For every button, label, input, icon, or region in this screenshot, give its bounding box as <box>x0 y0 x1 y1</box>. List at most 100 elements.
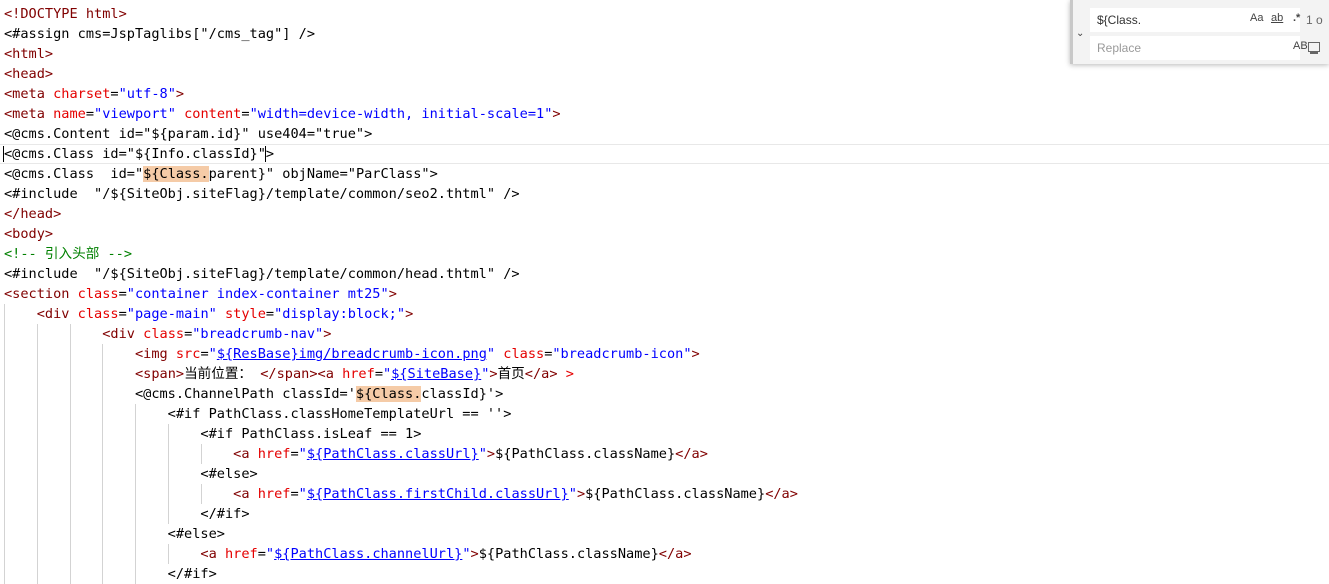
code-line[interactable]: <@cms.ChannelPath classId='${Class.class… <box>0 384 1329 404</box>
code-token: </a> <box>765 486 798 502</box>
indent-guide <box>69 564 71 584</box>
indent-guide <box>102 344 104 364</box>
code-line[interactable]: <#if PathClass.classHomeTemplateUrl == '… <box>0 404 1329 424</box>
code-line[interactable]: </head> <box>0 204 1329 224</box>
indent-guide <box>168 464 169 484</box>
code-token: <div <box>36 306 78 322</box>
regex-button[interactable]: .* <box>1293 12 1300 24</box>
code-line[interactable]: <#else> <box>0 524 1329 544</box>
indent-guide <box>69 524 71 544</box>
replace-input[interactable]: Replace AB <box>1090 36 1308 60</box>
indent-guide <box>168 444 169 464</box>
indent-guide <box>69 444 71 464</box>
code-token: <meta <box>4 106 54 122</box>
code-token: class <box>143 326 185 342</box>
code-token: <a <box>233 446 258 462</box>
indent-guide <box>4 544 5 564</box>
code-token: ${PathClass.channelUrl} <box>274 546 463 562</box>
code-token: <#assign cms=JspTaglibs["/cms_tag"] /> <box>4 26 315 42</box>
code-line[interactable]: <div class="page-main" style="display:bl… <box>0 304 1329 324</box>
code-line[interactable]: <meta charset="utf-8"> <box>0 84 1329 104</box>
indent-guide <box>4 344 5 364</box>
indent-guide <box>102 384 104 404</box>
find-input[interactable]: ${Class. Aa ab .* <box>1090 8 1300 32</box>
code-token: <div <box>102 326 144 342</box>
code-token: <#include "/${SiteObj.siteFlag}/template… <box>4 266 520 282</box>
indent-guide <box>69 344 71 364</box>
indent-guide <box>36 444 38 464</box>
code-line[interactable]: <@cms.Content id="${param.id}" use404="t… <box>0 124 1329 144</box>
code-token: > <box>323 326 332 342</box>
code-editor[interactable]: <!DOCTYPE html> <#assign cms=JspTaglibs["… <box>0 4 1329 584</box>
code-line[interactable]: <head> <box>0 64 1329 84</box>
code-token: <meta <box>4 86 54 102</box>
code-token: <#if PathClass.isLeaf == 1> <box>4 426 422 442</box>
code-line[interactable]: <#else> <box>0 464 1329 484</box>
code-token: <head> <box>4 66 54 82</box>
code-token: <a <box>200 546 225 562</box>
code-token: <#else> <box>4 466 258 482</box>
indent-guide <box>36 384 38 404</box>
code-line[interactable]: <body> <box>0 224 1329 244</box>
whole-word-button[interactable]: ab <box>1271 12 1283 24</box>
code-line[interactable]: <section class="container index-containe… <box>0 284 1329 304</box>
code-line[interactable]: </#if> <box>0 504 1329 524</box>
code-token: " <box>208 346 217 362</box>
code-token: <body> <box>4 226 54 242</box>
indent-guide <box>4 424 5 444</box>
code-line[interactable]: <a href="${PathClass.classUrl}">${PathCl… <box>0 444 1329 464</box>
code-line[interactable]: <a href="${PathClass.firstChild.classUrl… <box>0 484 1329 504</box>
code-token: = <box>290 446 299 462</box>
code-token: = <box>118 286 127 302</box>
indent-guide <box>102 524 104 544</box>
code-token: > <box>388 286 397 302</box>
code-line[interactable]: <#if PathClass.isLeaf == 1> <box>0 424 1329 444</box>
match-case-button[interactable]: Aa <box>1250 12 1263 24</box>
code-token: "page-main" <box>126 306 217 322</box>
indent-guide <box>102 504 104 524</box>
indent-guide <box>168 544 169 564</box>
code-token: > <box>691 346 700 362</box>
code-line[interactable]: <#include "/${SiteObj.siteFlag}/template… <box>0 184 1329 204</box>
code-token: ${ResBase}img/breadcrumb-icon.png <box>216 346 487 362</box>
indent-guide <box>4 304 5 324</box>
code-token: href <box>257 486 291 502</box>
search-match: ${Class. <box>143 166 209 182</box>
toggle-replace-button[interactable]: ⌄ <box>1070 0 1088 64</box>
code-line[interactable]: <div class="breadcrumb-nav"> <box>0 324 1329 344</box>
indent-guide <box>36 344 38 364</box>
indent-guide <box>168 424 169 444</box>
code-line[interactable]: <span>当前位置： </span><a href="${SiteBase}"… <box>0 364 1329 384</box>
code-token: name <box>53 106 86 122</box>
replace-all-icon[interactable] <box>1306 40 1322 56</box>
code-line[interactable]: </#if> <box>0 564 1329 584</box>
code-token: > <box>265 146 275 162</box>
code-token: " <box>478 446 487 462</box>
code-line[interactable]: <@cms.Class id="${Class.parent}" objName… <box>0 164 1329 184</box>
code-token: > <box>489 366 498 382</box>
code-line[interactable]: <meta name="viewport" content="width=dev… <box>0 104 1329 124</box>
code-line[interactable]: <@cms.Class id="${Info.classId}"> <box>0 144 1329 164</box>
code-line[interactable]: <#include "/${SiteObj.siteFlag}/template… <box>0 264 1329 284</box>
code-token: <html> <box>4 46 54 62</box>
indent-guide <box>4 384 5 404</box>
indent-guide <box>69 364 71 384</box>
code-token: = <box>257 546 266 562</box>
indent-guide <box>36 504 38 524</box>
code-token: </a> <box>675 446 708 462</box>
code-token: src <box>175 346 201 362</box>
code-line[interactable]: <a href="${PathClass.channelUrl}">${Path… <box>0 544 1329 564</box>
code-line[interactable]: <img src="${ResBase}img/breadcrumb-icon.… <box>0 344 1329 364</box>
code-token: " <box>265 546 275 562</box>
indent-guide <box>69 504 71 524</box>
code-token: "width=device-width, initial-scale=1" <box>249 106 553 122</box>
code-token: = <box>374 366 383 382</box>
code-line[interactable]: <!-- 引入头部 --> <box>0 244 1329 264</box>
replace-input-placeholder: Replace <box>1097 41 1142 55</box>
code-token: " <box>298 486 307 502</box>
code-token: <!DOCTYPE html> <box>4 6 127 22</box>
code-token: </#if> <box>4 506 250 522</box>
indent-guide <box>135 484 137 504</box>
